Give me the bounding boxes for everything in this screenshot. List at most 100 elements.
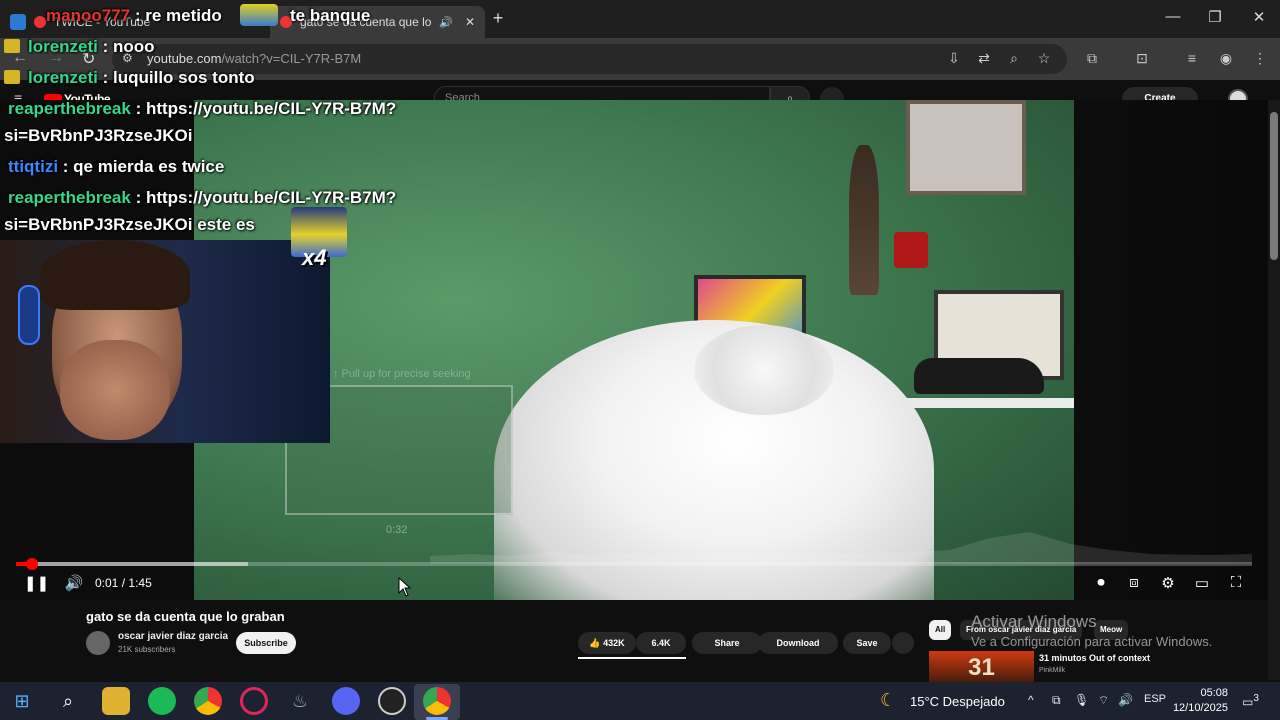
theater-mode-button[interactable]: ▭	[1190, 574, 1214, 592]
bookmark-star-icon[interactable]: ☆	[1034, 50, 1054, 67]
extensions-icon[interactable]: ⧉	[1082, 50, 1102, 67]
tray-app-icon[interactable]: ⧉	[1052, 693, 1061, 708]
recommended-thumbnail[interactable]: 31	[929, 651, 1034, 685]
zoom-icon[interactable]: ⌕	[1004, 50, 1024, 67]
subtitles-button[interactable]: ⧈	[1122, 574, 1146, 591]
dislike-button[interactable]: 6.4K	[636, 632, 686, 654]
settings-button[interactable]: ⚙	[1156, 574, 1180, 592]
profile-icon[interactable]: ◉	[1216, 50, 1236, 67]
weather-text[interactable]: 15°C Despejado	[910, 694, 1005, 709]
chat-username: ttiqtizi	[8, 157, 59, 176]
microphone-icon[interactable]: 🎙	[1074, 693, 1089, 707]
search-taskbar-button[interactable]: ⌕	[54, 687, 82, 715]
autoplay-toggle[interactable]: ⏺	[1088, 574, 1114, 591]
show-hidden-icons-icon[interactable]: ^	[1028, 693, 1034, 707]
channel-name[interactable]: oscar javier diaz garcia	[118, 631, 228, 642]
thumbs-up-icon: 👍	[589, 638, 601, 648]
notification-icon: ▭	[1242, 695, 1254, 709]
spotify-icon[interactable]	[148, 687, 176, 715]
headset-icon	[18, 285, 40, 345]
clock[interactable]: 05:08 12/10/2025	[1172, 686, 1228, 716]
search-icon: ⌕	[62, 691, 74, 711]
dislike-count: 6.4K	[651, 638, 671, 648]
chat-message: reaperthebreak : https://youtu.be/CIL-Y7…	[8, 99, 397, 118]
most-replayed-heatmap	[430, 532, 1252, 564]
chip-all[interactable]: All	[929, 620, 952, 640]
speaker-icon[interactable]: 🔊	[1118, 693, 1133, 707]
precise-seeking-hint: ↑ Pull up for precise seeking	[333, 368, 471, 380]
screenshot-icon[interactable]: ⊡	[1132, 50, 1152, 67]
chat-message: manoo777 : re metido	[46, 6, 222, 25]
chat-text: si=BvRbnPJ3RzseJKOi este es	[4, 215, 255, 234]
volume-icon: 🔊	[64, 575, 84, 592]
windows-logo-icon: ⊞	[14, 691, 30, 711]
scrollbar-thumb[interactable]	[1270, 112, 1278, 260]
share-button[interactable]: Share	[692, 632, 762, 654]
install-app-icon[interactable]: ⇩	[944, 50, 964, 67]
progress-buffered	[16, 562, 248, 566]
file-explorer-icon[interactable]	[102, 687, 130, 715]
new-tab-button[interactable]: +	[488, 8, 508, 29]
chrome-active-icon[interactable]	[423, 687, 451, 715]
chat-text: luquillo sos tonto	[113, 68, 255, 87]
minimize-button[interactable]: —	[1158, 8, 1188, 25]
notifications-button[interactable]: ▭3	[1242, 693, 1259, 709]
current-time: 0:01	[95, 576, 119, 590]
video-title: gato se da cuenta que lo graban	[86, 609, 285, 624]
more-actions-button[interactable]	[892, 632, 914, 654]
opera-gx-icon[interactable]	[240, 687, 268, 715]
like-button[interactable]: 👍 432K	[578, 632, 636, 654]
recommended-channel[interactable]: PinkMilk	[1039, 667, 1065, 674]
time-display: 0:01 / 1:45	[95, 576, 152, 590]
seek-preview-time: 0:32	[386, 524, 408, 536]
start-button[interactable]: ⊞	[8, 687, 36, 715]
chat-username: manoo777	[46, 6, 131, 25]
menu-icon[interactable]: ⋮	[1250, 50, 1270, 67]
obs-icon[interactable]	[378, 687, 406, 715]
restore-button[interactable]: ❐	[1200, 8, 1230, 26]
tab-close-icon[interactable]: ✕	[465, 15, 475, 29]
like-ratio-bar	[578, 657, 686, 659]
chat-text: si=BvRbnPJ3RzseJKOi	[4, 126, 193, 145]
streamer-hand	[60, 340, 170, 440]
autoplay-toggle-icon: ⏺	[1097, 574, 1105, 591]
pause-icon: ❚❚	[24, 575, 50, 592]
translate-icon[interactable]: ⇄	[974, 50, 994, 67]
crown-badge-icon	[4, 39, 20, 53]
pause-button[interactable]: ❚❚	[24, 574, 50, 592]
time-separator: /	[121, 576, 126, 590]
lamp-decoration	[849, 145, 879, 295]
audio-playing-icon[interactable]: 🔊	[439, 16, 453, 29]
channel-avatar[interactable]	[86, 631, 110, 655]
subscribe-button[interactable]: Subscribe	[236, 632, 296, 654]
clock-time: 05:08	[1200, 687, 1228, 699]
fullscreen-button[interactable]: ⛶	[1224, 574, 1248, 591]
chat-username: reaperthebreak	[8, 188, 131, 207]
chat-text: te banque	[290, 6, 371, 25]
input-language[interactable]: ESP	[1144, 693, 1166, 705]
red-vase	[894, 232, 928, 268]
chat-username: lorenzeti	[28, 37, 98, 56]
mouse-cursor-icon	[398, 577, 412, 597]
youtube-favicon-icon	[34, 16, 46, 28]
clock-date: 12/10/2025	[1172, 702, 1228, 714]
chrome-icon[interactable]	[194, 687, 222, 715]
progress-scrubber-handle[interactable]	[26, 558, 38, 570]
taskbar-app-icon	[10, 14, 26, 30]
chat-message: ttiqtizi : qe mierda es twice	[8, 157, 225, 176]
url-text[interactable]: youtube.com/watch?v=CIL-Y7R-B7M	[147, 51, 361, 66]
save-button[interactable]: Save	[843, 632, 891, 654]
discord-icon[interactable]	[332, 687, 360, 715]
steam-icon[interactable]: ♨	[286, 687, 314, 715]
close-window-button[interactable]: ✕	[1244, 8, 1274, 26]
recommended-title[interactable]: 31 minutos Out of context	[1039, 653, 1150, 663]
volume-button[interactable]: 🔊	[62, 574, 86, 592]
wifi-icon[interactable]: ⌔	[1098, 693, 1109, 708]
chat-message: lorenzeti : luquillo sos tonto	[4, 68, 255, 88]
subscriber-count: 21K subscribers	[118, 645, 176, 654]
windows-activation-title: Activar Windows	[971, 612, 1097, 631]
media-control-icon[interactable]: ≡	[1182, 50, 1202, 66]
download-button[interactable]: Download	[758, 632, 838, 654]
fullscreen-icon: ⛶	[1230, 574, 1242, 591]
chat-emote-icon	[240, 4, 278, 26]
